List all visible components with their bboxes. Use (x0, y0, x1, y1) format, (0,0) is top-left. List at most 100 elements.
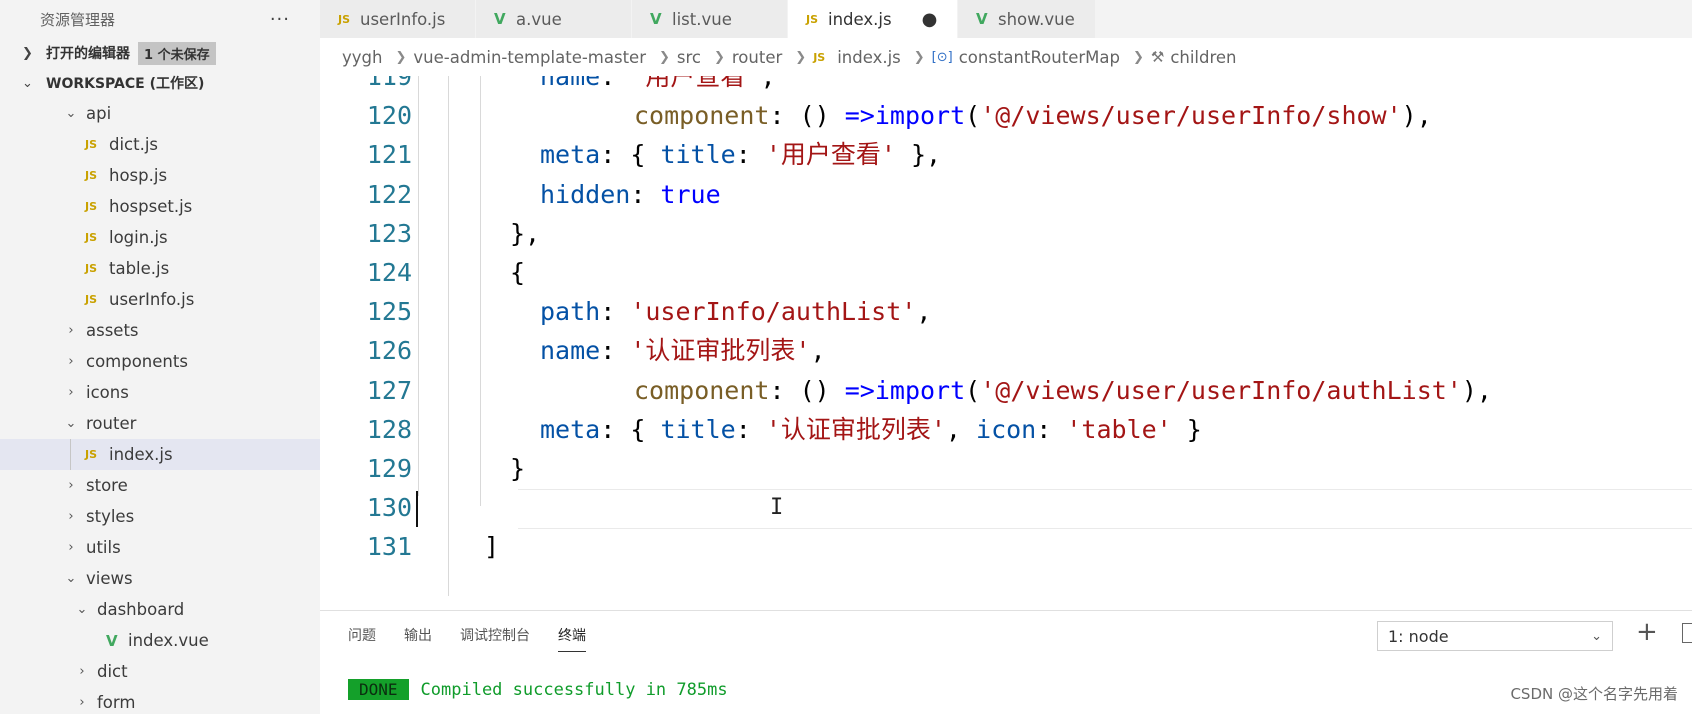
code-text: path: 'userInfo/authList', (540, 291, 931, 333)
code-token: true (660, 179, 721, 209)
code-token: ] (484, 532, 500, 562)
tree-item[interactable]: › store (0, 470, 320, 501)
chevron-down-icon: ⌄ (65, 571, 77, 586)
code-line: 126 name: '认证审批列表', (320, 330, 1692, 372)
code-line: 127 component: () =>import('@/views/user/… (320, 370, 1692, 412)
terminal-select-value: 1: node (1388, 626, 1449, 646)
tree-item[interactable]: JS dict.js (0, 129, 320, 160)
breadcrumb-separator-icon: ❯ (395, 49, 407, 65)
breadcrumb-item[interactable]: vue-admin-template-master (413, 48, 646, 67)
breadcrumb-separator-icon: ❯ (1132, 49, 1144, 65)
terminal-select[interactable]: 1: node ⌄ (1377, 621, 1613, 651)
open-editors-section[interactable]: ❯ 打开的编辑器 1 个未保存 (0, 38, 320, 68)
js-file-icon: JS (813, 50, 826, 64)
line-number: 124 (366, 258, 412, 287)
new-terminal-button[interactable]: + (1636, 617, 1658, 647)
tree-item[interactable]: JS index.js (0, 439, 320, 470)
tree-item[interactable]: ⌄ router (0, 408, 320, 439)
breadcrumb-item[interactable]: yygh (342, 48, 382, 67)
code-token: component (634, 375, 770, 405)
js-file-icon: JS (338, 12, 351, 26)
tab-show-vue[interactable]: Vshow.vue (958, 0, 1096, 38)
vue-file-icon: V (650, 10, 662, 28)
code-token: '认证审批列表' (630, 336, 811, 366)
tree-item[interactable]: ⌄ api (0, 98, 320, 129)
more-actions-icon[interactable]: ··· (270, 9, 290, 30)
code-token: import (874, 101, 966, 131)
tree-item[interactable]: › assets (0, 315, 320, 346)
code-token: '@/views/user/userInfo/show' (980, 101, 1402, 131)
tab-list-vue[interactable]: Vlist.vue (632, 0, 788, 38)
watermark: CSDN @这个名字先用着 (1510, 685, 1678, 703)
breadcrumb-item[interactable]: src (677, 48, 701, 67)
code-token: 'userInfo/authList' (630, 297, 917, 327)
tab-index-js[interactable]: JS index.js ● (788, 0, 958, 38)
js-file-icon: JS (85, 448, 98, 461)
workspace-section[interactable]: ⌄ WORKSPACE (工作区) (0, 68, 320, 98)
tree-item[interactable]: ⌄ views (0, 563, 320, 594)
tree-item-label: dict (97, 662, 128, 681)
tree-item[interactable]: JS table.js (0, 253, 320, 284)
unsaved-dot-icon[interactable]: ● (922, 9, 938, 30)
chevron-down-icon: ⌄ (65, 106, 77, 121)
tree-item-label: store (86, 476, 128, 495)
panel-tab[interactable]: 输出 (404, 625, 432, 652)
chevron-right-icon: › (68, 354, 74, 369)
code-line: 128 meta: { title: '认证审批列表', icon: 'table… (320, 409, 1692, 451)
indent-guide (70, 439, 71, 470)
breadcrumb-item[interactable]: router (732, 48, 782, 67)
line-number: 122 (366, 179, 412, 209)
code-editor[interactable]: 119 name: '用户查看', 120 component: () =>impor… (320, 76, 1692, 610)
panel-tab[interactable]: 终端 (558, 625, 586, 652)
code-text: } (510, 448, 525, 490)
tab-a-vue[interactable]: Va.vue (476, 0, 632, 38)
js-file-icon: JS (85, 231, 98, 244)
tab-label: show.vue (998, 9, 1075, 29)
tree-item[interactable]: › icons (0, 377, 320, 408)
code-token: title (660, 140, 736, 170)
code-text: ] (484, 526, 499, 568)
breadcrumb-separator-icon: ❯ (658, 49, 670, 65)
breadcrumb-separator-icon: ❯ (713, 49, 725, 65)
code-text: { (510, 252, 525, 294)
code-token: , (945, 414, 977, 444)
panel-tab[interactable]: 调试控制台 (460, 625, 530, 652)
tree-item[interactable]: ⌄ dashboard (0, 594, 320, 625)
tree-item[interactable]: › components (0, 346, 320, 377)
tree-item[interactable]: JS userInfo.js (0, 284, 320, 315)
tree-item[interactable]: › dict (0, 656, 320, 687)
vue-file-icon: V (494, 10, 506, 28)
tree-item-label: dict.js (109, 135, 159, 154)
tree-item[interactable]: JS hospset.js (0, 191, 320, 222)
code-token: icon (976, 414, 1037, 444)
code-text: component: () =>import('@/views/user/use… (634, 370, 1492, 412)
code-token: }, (895, 140, 942, 170)
split-terminal-icon[interactable] (1682, 623, 1692, 643)
code-token: : (735, 414, 766, 444)
chevron-right-icon: › (68, 385, 74, 400)
panel-tab[interactable]: 问题 (348, 625, 376, 652)
tree-item[interactable]: › form (0, 687, 320, 714)
code-token: ( (965, 101, 981, 131)
chevron-down-icon: ⌄ (65, 416, 77, 431)
breadcrumb-symbol[interactable]: constantRouterMap (959, 48, 1120, 67)
code-text: component: () =>import('@/views/user/use… (634, 95, 1432, 137)
tab-label: a.vue (516, 9, 562, 29)
chevron-down-icon: ⌄ (1591, 628, 1602, 644)
chevron-right-icon: › (79, 664, 85, 679)
breadcrumb-property[interactable]: children (1170, 48, 1236, 67)
tree-item[interactable]: JS login.js (0, 222, 320, 253)
tree-item-label: api (86, 104, 112, 123)
tree-item[interactable]: JS hosp.js (0, 160, 320, 191)
code-token: ), (1461, 375, 1492, 405)
breadcrumb-separator-icon: ❯ (913, 49, 925, 65)
breadcrumb-file[interactable]: index.js (837, 48, 901, 67)
explorer-title: 资源管理器 (40, 10, 116, 29)
line-number: 125 (366, 297, 412, 327)
tree-item[interactable]: › utils (0, 532, 320, 563)
tab-userInfo-js[interactable]: JS userInfo.js (320, 0, 476, 38)
code-token: : { (600, 414, 661, 444)
tree-item[interactable]: Vindex.vue (0, 625, 320, 656)
tree-item-label: styles (86, 507, 135, 526)
tree-item[interactable]: › styles (0, 501, 320, 532)
